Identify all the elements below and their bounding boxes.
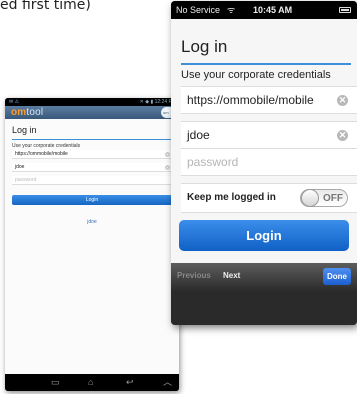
chevron-up-icon[interactable]: ︿ — [163, 377, 172, 388]
toggle-knob[interactable] — [301, 189, 319, 207]
android-status-bar: ✉ ⚠ ✕ ◆ ▮ 12:24 PM — [5, 98, 179, 106]
server-url-input[interactable]: https://ommobile/mobile ✕ — [181, 86, 357, 114]
username-input[interactable]: jdoe ✕ — [181, 121, 357, 149]
ios-status-bar: No Service ᯤ 10:45 AM — [171, 1, 357, 19]
login-button[interactable]: Login — [12, 195, 172, 205]
wifi-icon: ᯤ — [227, 5, 236, 15]
credentials-hint: Use your corporate credentials — [12, 143, 81, 149]
back-icon[interactable]: ▭ — [51, 377, 60, 388]
keep-logged-in-label: Keep me logged in — [187, 192, 276, 203]
title-divider — [12, 139, 172, 140]
keyboard-area — [171, 291, 357, 325]
clear-icon[interactable]: ✕ — [165, 165, 170, 170]
username-input[interactable]: jdoe ✕ — [12, 163, 172, 172]
app-header: omtool om — [5, 106, 179, 119]
android-nav-bar: ▭ ⌂ ↩ ︿ — [5, 374, 179, 391]
carrier-label: No Service — [176, 5, 221, 15]
ios-login-form: Log in Use your corporate credentials ht… — [171, 19, 357, 263]
omtool-logo: omtool — [11, 107, 44, 118]
server-url-input[interactable]: https://ommobile/mobile ✕ — [12, 150, 172, 159]
recent-apps-icon[interactable]: ↩ — [126, 377, 134, 388]
password-input[interactable]: password — [181, 148, 357, 176]
previous-button[interactable]: Previous — [177, 271, 211, 280]
page-title: Log in — [12, 125, 37, 135]
toggle-state: OFF — [323, 193, 343, 204]
keep-logged-in-row: Keep me logged in OFF — [181, 183, 357, 213]
clear-icon[interactable]: ✕ — [337, 130, 348, 141]
caption-text: ed first time) — [0, 0, 91, 13]
user-link[interactable]: jdoe — [5, 219, 179, 225]
clear-icon[interactable]: ✕ — [165, 152, 170, 157]
keyboard-accessory-bar: Previous Next Done — [171, 263, 357, 291]
notification-icons: ✉ ⚠ — [9, 99, 20, 105]
android-login-form: Log in Use your corporate credentials ht… — [5, 119, 179, 374]
password-input[interactable]: password — [12, 176, 172, 185]
title-divider — [181, 63, 351, 65]
keep-logged-in-toggle[interactable]: OFF — [300, 189, 348, 207]
android-tablet-screen: ✉ ⚠ ✕ ◆ ▮ 12:24 PM omtool om Log in Use … — [5, 98, 179, 391]
clear-icon[interactable]: ✕ — [337, 95, 348, 106]
done-button[interactable]: Done — [323, 268, 351, 285]
battery-icon — [339, 7, 351, 13]
credentials-hint: Use your corporate credentials — [181, 69, 331, 81]
iphone-screen: No Service ᯤ 10:45 AM Log in Use your co… — [171, 1, 357, 325]
page-title: Log in — [181, 37, 228, 56]
home-icon[interactable]: ⌂ — [88, 377, 93, 388]
login-button[interactable]: Login — [179, 220, 349, 251]
next-button[interactable]: Next — [223, 271, 240, 280]
status-time: 10:45 AM — [253, 5, 293, 15]
